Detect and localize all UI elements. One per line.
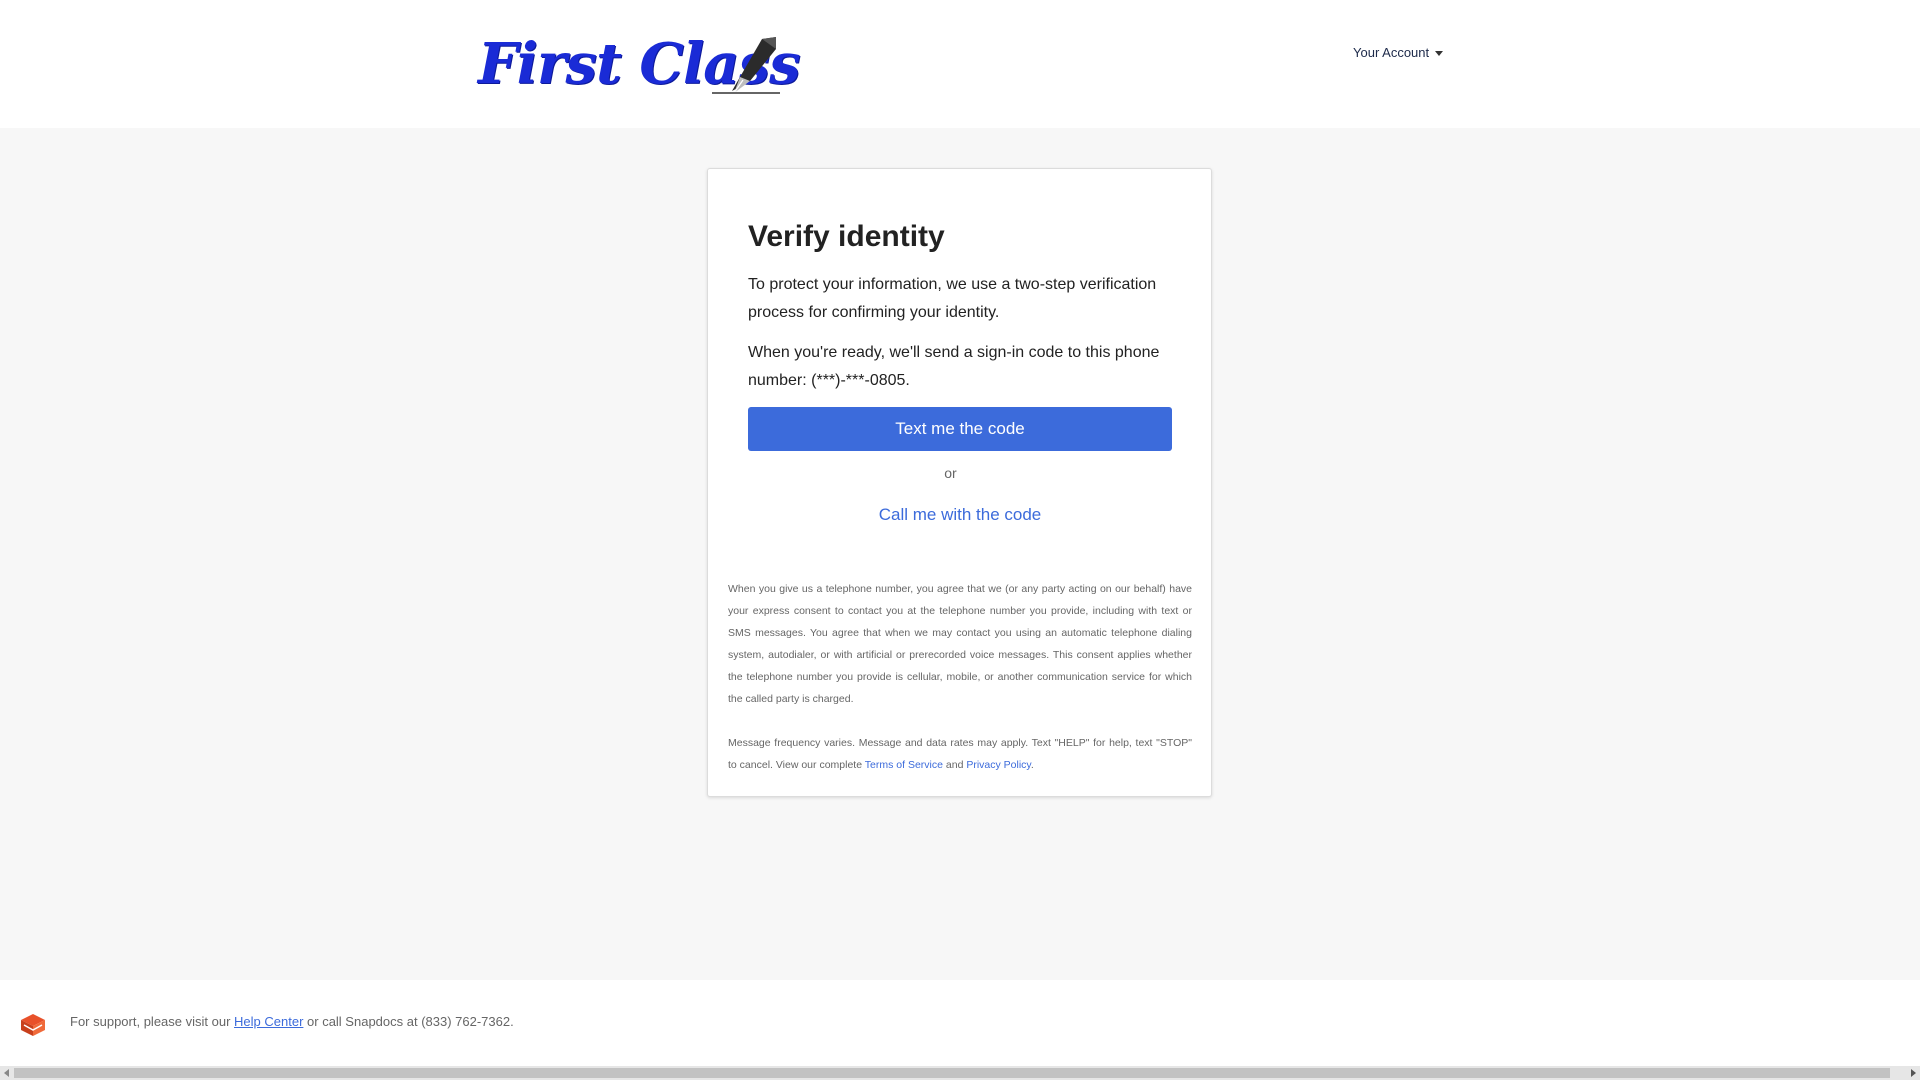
caret-down-icon xyxy=(1435,51,1444,56)
top-header: First Class Your Account xyxy=(0,0,1920,128)
phone-prompt-text: When you're ready, we'll send a sign-in … xyxy=(748,344,1160,389)
period-text: . xyxy=(1030,759,1034,771)
your-account-label: Your Account xyxy=(1353,45,1430,60)
support-text: For support, please visit our Help Cente… xyxy=(70,1014,514,1029)
support-after-text: or call Snapdocs at (833) 762-7362. xyxy=(303,1014,514,1029)
terms-of-service-link[interactable]: Terms of Service xyxy=(865,759,943,771)
your-account-menu[interactable]: Your Account xyxy=(1353,45,1444,60)
support-footer: For support, please visit our Help Cente… xyxy=(0,980,1920,1066)
horizontal-scrollbar[interactable] xyxy=(0,1066,1920,1080)
or-separator: or xyxy=(944,465,957,481)
privacy-policy-link[interactable]: Privacy Policy xyxy=(966,759,1031,771)
first-class-logo[interactable]: First Class xyxy=(478,33,801,95)
message-frequency-text: Message frequency varies. Message and da… xyxy=(728,732,1192,776)
page-title: Verify identity xyxy=(748,220,945,253)
intro-text: To protect your information, we use a tw… xyxy=(748,276,1157,321)
fountain-pen-icon xyxy=(712,37,780,94)
scroll-right-icon[interactable] xyxy=(1911,1069,1916,1077)
text-me-code-button[interactable]: Text me the code xyxy=(748,407,1172,451)
call-me-code-link[interactable]: Call me with the code xyxy=(748,505,1172,525)
verify-identity-card: Verify identity To protect your informat… xyxy=(707,168,1212,797)
scrollbar-thumb[interactable] xyxy=(14,1068,1890,1078)
support-before-text: For support, please visit our xyxy=(70,1014,235,1029)
consent-text: When you give us a telephone number, you… xyxy=(728,583,1192,705)
snapdocs-logo-icon xyxy=(21,1014,45,1036)
and-text: and xyxy=(942,759,967,771)
scroll-left-icon[interactable] xyxy=(4,1069,9,1077)
help-center-link[interactable]: Help Center xyxy=(234,1014,303,1029)
